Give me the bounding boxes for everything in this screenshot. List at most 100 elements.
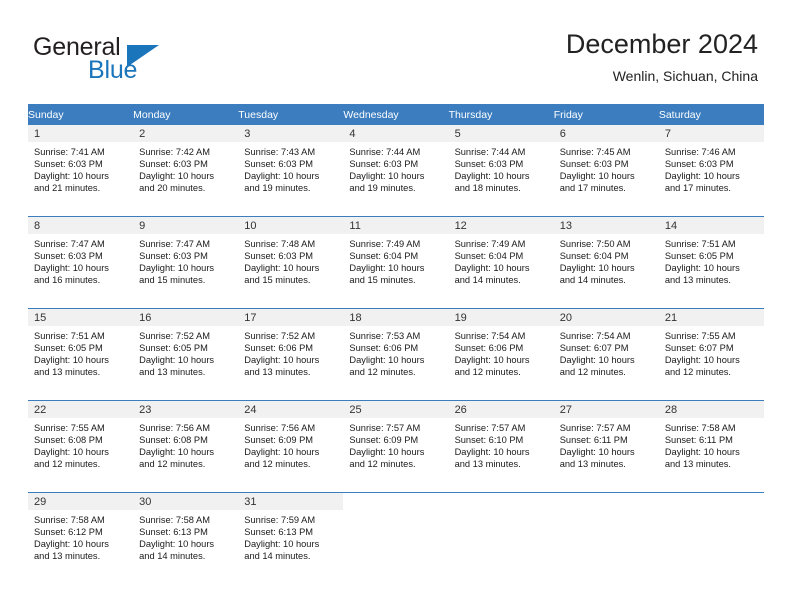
sunset-text: Sunset: 6:03 PM [244,159,314,170]
day-number: 15 [28,309,134,326]
day-cell[interactable]: 19 Sunrise: 7:54 AM Sunset: 6:06 PM Dayl… [448,308,554,401]
day-cell[interactable]: 28 Sunrise: 7:58 AM Sunset: 6:11 PM Dayl… [658,400,764,493]
day-number: 29 [28,493,134,510]
day-details: Sunrise: 7:57 AM Sunset: 6:09 PM Dayligh… [343,418,448,470]
day-cell[interactable]: 9 Sunrise: 7:47 AM Sunset: 6:03 PM Dayli… [133,216,239,309]
daylight-text-line1: Daylight: 10 hours [139,539,215,550]
sunset-text: Sunset: 6:06 PM [349,343,419,354]
day-cell[interactable]: 1 Sunrise: 7:41 AM Sunset: 6:03 PM Dayli… [28,125,134,217]
daylight-text-line2: and 13 minutes. [454,459,521,470]
day-number: 21 [658,309,764,326]
page-title: December 2024 [565,29,758,59]
day-cell[interactable]: 10 Sunrise: 7:48 AM Sunset: 6:03 PM Dayl… [238,216,344,309]
day-details: Sunrise: 7:47 AM Sunset: 6:03 PM Dayligh… [28,234,133,286]
day-cell[interactable]: 11 Sunrise: 7:49 AM Sunset: 6:04 PM Dayl… [343,216,449,309]
day-number [659,493,764,510]
daylight-text-line1: Daylight: 10 hours [34,355,109,366]
day-details: Sunrise: 7:49 AM Sunset: 6:04 PM Dayligh… [343,234,448,286]
day-cell[interactable]: 30 Sunrise: 7:58 AM Sunset: 6:13 PM Dayl… [133,492,239,584]
sunrise-text: Sunrise: 7:55 AM [34,423,105,433]
daylight-text-line1: Daylight: 10 hours [244,447,320,458]
sunrise-text: Sunrise: 7:51 AM [664,239,736,249]
day-cell[interactable]: 12 Sunrise: 7:49 AM Sunset: 6:04 PM Dayl… [448,216,554,309]
week-row: 1 Sunrise: 7:41 AM Sunset: 6:03 PM Dayli… [28,125,764,217]
day-cell[interactable]: 3 Sunrise: 7:43 AM Sunset: 6:03 PM Dayli… [238,125,344,217]
daylight-text-line2: and 12 minutes. [559,367,626,378]
day-cell[interactable]: 7 Sunrise: 7:46 AM Sunset: 6:03 PM Dayli… [658,125,764,217]
day-cell[interactable]: 13 Sunrise: 7:50 AM Sunset: 6:04 PM Dayl… [553,216,659,309]
daylight-text-line1: Daylight: 10 hours [664,171,740,182]
daylight-text-line1: Daylight: 10 hours [34,171,109,182]
weekday-header-saturday: Saturday [658,104,764,125]
sunset-text: Sunset: 6:05 PM [664,251,734,262]
day-cell[interactable]: 14 Sunrise: 7:51 AM Sunset: 6:05 PM Dayl… [658,216,764,309]
daylight-text-line1: Daylight: 10 hours [349,447,425,458]
day-cell[interactable]: 8 Sunrise: 7:47 AM Sunset: 6:03 PM Dayli… [28,216,134,309]
day-cell[interactable]: 23 Sunrise: 7:56 AM Sunset: 6:08 PM Dayl… [133,400,239,493]
sunset-text: Sunset: 6:03 PM [559,159,629,170]
day-number: 30 [133,493,239,510]
daylight-text-line2: and 12 minutes. [34,459,101,470]
day-cell[interactable]: 31 Sunrise: 7:59 AM Sunset: 6:13 PM Dayl… [238,492,344,584]
daylight-text-line1: Daylight: 10 hours [454,263,530,274]
sunset-text: Sunset: 6:08 PM [139,435,208,446]
day-cell[interactable]: 27 Sunrise: 7:57 AM Sunset: 6:11 PM Dayl… [553,400,659,493]
day-cell[interactable]: 29 Sunrise: 7:58 AM Sunset: 6:12 PM Dayl… [28,492,134,584]
sunset-text: Sunset: 6:05 PM [34,343,103,354]
day-cell[interactable]: 4 Sunrise: 7:44 AM Sunset: 6:03 PM Dayli… [343,125,449,217]
sunset-text: Sunset: 6:10 PM [454,435,524,446]
day-details: Sunrise: 7:54 AM Sunset: 6:07 PM Dayligh… [554,326,659,378]
day-cell[interactable]: 5 Sunrise: 7:44 AM Sunset: 6:03 PM Dayli… [448,125,554,217]
sunset-text: Sunset: 6:03 PM [139,251,208,262]
day-cell[interactable]: 15 Sunrise: 7:51 AM Sunset: 6:05 PM Dayl… [28,308,134,401]
day-details: Sunrise: 7:56 AM Sunset: 6:08 PM Dayligh… [133,418,238,470]
title-block: December 2024 Wenlin, Sichuan, China [566,28,758,86]
weekday-header-monday: Monday [133,104,239,125]
day-cell[interactable]: 25 Sunrise: 7:57 AM Sunset: 6:09 PM Dayl… [343,400,449,493]
sunset-text: Sunset: 6:03 PM [34,159,103,170]
day-cell[interactable]: 18 Sunrise: 7:53 AM Sunset: 6:06 PM Dayl… [343,308,449,401]
daylight-text-line1: Daylight: 10 hours [349,355,425,366]
sunrise-text: Sunrise: 7:58 AM [664,423,736,433]
day-cell[interactable]: 2 Sunrise: 7:42 AM Sunset: 6:03 PM Dayli… [133,125,239,217]
sunrise-text: Sunrise: 7:49 AM [454,239,526,249]
daylight-text-line2: and 14 minutes. [454,275,521,286]
day-number: 24 [238,401,344,418]
page-subtitle: Wenlin, Sichuan, China [612,68,758,84]
day-number: 3 [238,125,344,142]
day-cell[interactable]: 21 Sunrise: 7:55 AM Sunset: 6:07 PM Dayl… [658,308,764,401]
day-details: Sunrise: 7:47 AM Sunset: 6:03 PM Dayligh… [133,234,238,286]
sunrise-text: Sunrise: 7:53 AM [349,331,421,341]
sunset-text: Sunset: 6:04 PM [559,251,629,262]
sunset-text: Sunset: 6:04 PM [454,251,524,262]
daylight-text-line2: and 17 minutes. [559,183,626,194]
daylight-text-line2: and 13 minutes. [139,367,206,378]
sunrise-text: Sunrise: 7:57 AM [559,423,631,433]
sunset-text: Sunset: 6:08 PM [34,435,103,446]
day-cell[interactable]: 17 Sunrise: 7:52 AM Sunset: 6:06 PM Dayl… [238,308,344,401]
daylight-text-line2: and 13 minutes. [664,459,731,470]
day-number: 19 [448,309,554,326]
day-number: 31 [238,493,344,510]
day-cell[interactable]: 20 Sunrise: 7:54 AM Sunset: 6:07 PM Dayl… [553,308,659,401]
day-cell[interactable]: 22 Sunrise: 7:55 AM Sunset: 6:08 PM Dayl… [28,400,134,493]
day-cell[interactable]: 6 Sunrise: 7:45 AM Sunset: 6:03 PM Dayli… [553,125,659,217]
day-cell[interactable]: 26 Sunrise: 7:57 AM Sunset: 6:10 PM Dayl… [448,400,554,493]
sunrise-text: Sunrise: 7:58 AM [139,515,210,525]
day-cell[interactable]: 24 Sunrise: 7:56 AM Sunset: 6:09 PM Dayl… [238,400,344,493]
day-cell[interactable]: 16 Sunrise: 7:52 AM Sunset: 6:05 PM Dayl… [133,308,239,401]
daylight-text-line2: and 12 minutes. [349,367,416,378]
weekday-header-sunday: Sunday [28,104,134,125]
day-number: 6 [553,125,659,142]
sunrise-text: Sunrise: 7:42 AM [139,147,210,157]
daylight-text-line2: and 12 minutes. [349,459,416,470]
general-blue-logo[interactable]: General Blue [33,33,213,85]
daylight-text-line1: Daylight: 10 hours [34,539,109,550]
sunrise-text: Sunrise: 7:52 AM [139,331,210,341]
daylight-text-line2: and 13 minutes. [244,367,311,378]
sunrise-text: Sunrise: 7:48 AM [244,239,316,249]
daylight-text-line2: and 13 minutes. [34,367,101,378]
daylight-text-line2: and 15 minutes. [244,275,311,286]
daylight-text-line2: and 19 minutes. [244,183,311,194]
sunset-text: Sunset: 6:07 PM [664,343,734,354]
